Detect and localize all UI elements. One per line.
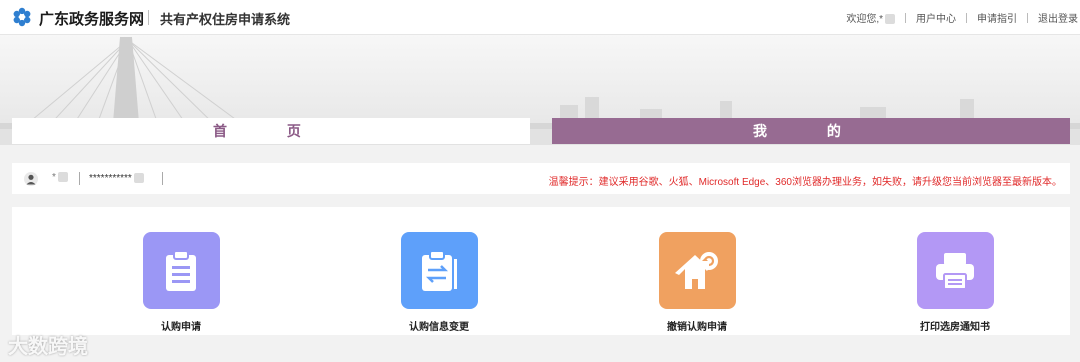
- welcome-text: 欢迎您,*: [846, 10, 895, 25]
- logo-icon: [13, 7, 31, 27]
- site-title[interactable]: 广东政务服务网: [39, 8, 144, 29]
- action-label: 撤销认购申请: [667, 322, 727, 333]
- title-divider: [148, 10, 149, 25]
- top-links: 欢迎您,* 用户中心 申请指引 退出登录: [846, 10, 1078, 25]
- link-divider: [966, 12, 967, 23]
- action-icon-bg: [142, 232, 220, 309]
- user-info-bar: * *********** 温馨提示：建议采用谷歌、火狐、Microsoft E…: [12, 163, 1070, 194]
- id-number-blur: [133, 173, 144, 184]
- info-divider: [79, 172, 80, 185]
- action-panel: 认购申请 认购信息变更 撤销认购申请 打印选房通知书: [12, 207, 1070, 335]
- user-name-blur: [57, 172, 68, 183]
- user-center-link[interactable]: 用户中心: [916, 10, 956, 25]
- action-label: 打印选房通知书: [920, 322, 990, 333]
- guide-link[interactable]: 申请指引: [977, 10, 1017, 25]
- action-icon-bg: [658, 232, 736, 309]
- action-info-change[interactable]: 认购信息变更: [369, 232, 509, 333]
- action-purchase-apply[interactable]: 认购申请: [111, 232, 251, 333]
- link-divider: [1027, 12, 1028, 23]
- action-print-notice[interactable]: 打印选房通知书: [885, 232, 1025, 333]
- welcome-label: 欢迎您,*: [846, 14, 883, 25]
- printer-icon: [936, 252, 974, 290]
- browser-tip: 温馨提示：建议采用谷歌、火狐、Microsoft Edge、360浏览器办理业务…: [548, 177, 1062, 188]
- top-header: 广东政务服务网 共有产权住房申请系统 欢迎您,* 用户中心 申请指引 退出登录: [0, 0, 1080, 35]
- action-cancel-apply[interactable]: 撤销认购申请: [627, 232, 767, 333]
- action-label: 认购信息变更: [409, 322, 469, 333]
- action-label: 认购申请: [161, 322, 201, 333]
- info-divider: [162, 172, 163, 185]
- id-number-text: ***********: [89, 173, 132, 184]
- house-undo-icon: [675, 251, 718, 289]
- id-number: ***********: [89, 173, 144, 184]
- avatar-icon: [24, 172, 38, 186]
- action-icon-bg: [916, 232, 994, 309]
- action-icon-bg: [400, 232, 478, 309]
- tab-home[interactable]: 首 页: [12, 118, 530, 144]
- link-divider: [905, 12, 906, 23]
- clipboard-list-icon: [166, 249, 196, 291]
- system-title: 共有产权住房申请系统: [160, 12, 291, 27]
- watermark: 大数跨境: [8, 336, 88, 358]
- logout-link[interactable]: 退出登录: [1038, 10, 1078, 25]
- user-name-text: *: [52, 172, 56, 183]
- username-blur: [885, 14, 895, 25]
- user-name: *: [52, 172, 68, 183]
- clipboard-swap-icon: [422, 249, 457, 291]
- tab-mine[interactable]: 我 的: [552, 118, 1070, 144]
